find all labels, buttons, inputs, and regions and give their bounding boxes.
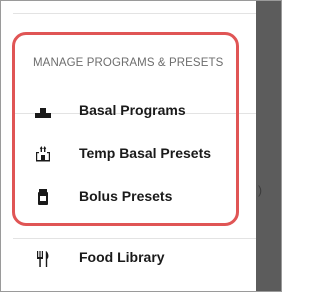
app-screen: MANAGE PROGRAMS & PRESETS Basal Programs bbox=[0, 0, 282, 292]
drawer-scrim[interactable] bbox=[256, 1, 281, 291]
background-text-fragment: ) bbox=[258, 183, 262, 197]
divider bbox=[13, 13, 256, 14]
fork-knife-icon bbox=[37, 251, 49, 267]
divider bbox=[13, 238, 256, 239]
navigation-drawer: MANAGE PROGRAMS & PRESETS Basal Programs bbox=[1, 1, 256, 291]
highlight-box bbox=[12, 32, 239, 226]
menu-item-food-library[interactable]: Food Library bbox=[1, 245, 241, 273]
menu-item-label: Food Library bbox=[79, 249, 165, 265]
